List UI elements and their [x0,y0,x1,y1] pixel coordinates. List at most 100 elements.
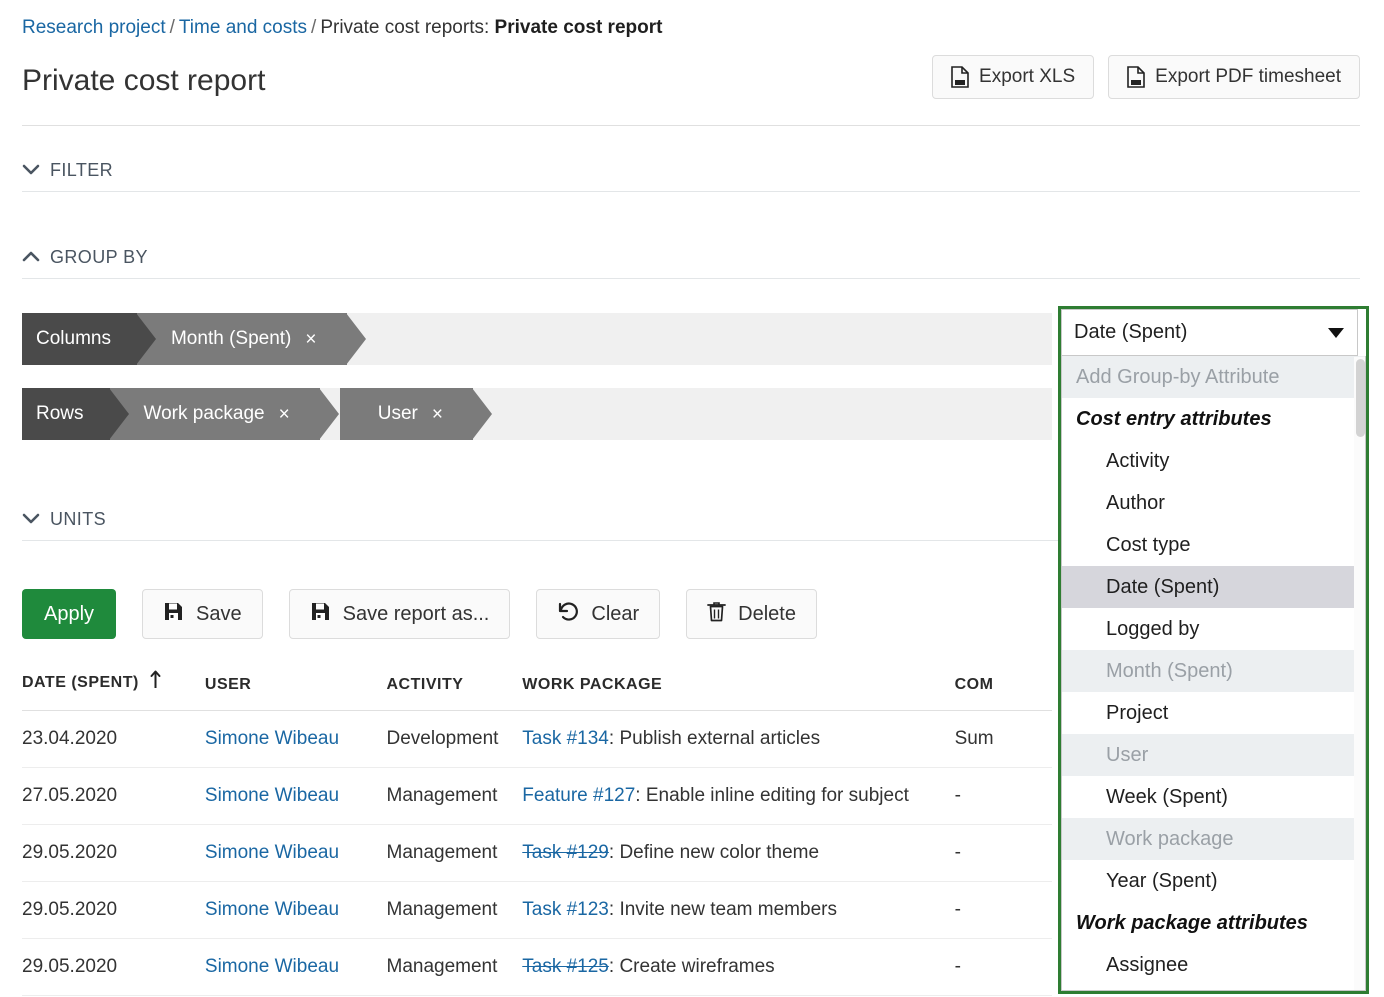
delete-button[interactable]: Delete [686,589,817,639]
chip-label: Work package [143,403,265,424]
cell-date: 29.05.2020 [22,938,205,996]
save-label: Save [196,602,242,625]
work-package-link[interactable]: Task #134 [522,728,609,749]
apply-button[interactable]: Apply [22,589,117,639]
export-xls-button[interactable]: Export XLS [932,55,1095,99]
work-package-link[interactable]: Task #125 [522,956,609,977]
cell-user: Simone Wibeau [204,767,387,825]
table-header-row: DATE (SPENT) USER ACTIVITY WORK PACKAGE … [22,670,1052,711]
cell-work-package: Task #125: Create wireframes [522,938,955,996]
dropdown-option[interactable]: Date (Spent) [1062,566,1365,608]
filter-section-divider [22,191,1360,192]
cell-activity: Management [386,881,523,939]
export-buttons: Export XLS Export PDF timesheet [932,55,1360,99]
cell-work-package: Task #134: Publish external articles [522,710,955,768]
cell-work-package: Task #129: Define new color theme [522,824,955,882]
user-link[interactable]: Simone Wibeau [205,728,339,749]
dropdown-option[interactable]: Author [1062,482,1365,524]
chip-label: Month (Spent) [170,328,292,349]
cell-comment: Sum [954,710,1052,768]
user-link[interactable]: Simone Wibeau [205,956,339,977]
column-header-date-spent[interactable]: DATE (SPENT) [22,670,205,711]
save-button[interactable]: Save [142,589,263,639]
work-package-subject: : Enable inline editing for subject [635,785,909,806]
filter-section-toggle[interactable]: FILTER [22,160,1360,191]
group-by-rows-row: Rows Work package × User × [22,388,1052,440]
work-package-link[interactable]: Task #123 [522,899,609,920]
column-header-user[interactable]: USER [204,670,387,711]
breadcrumb-project[interactable]: Research project [22,17,166,38]
dropdown-scrollbar-thumb[interactable] [1356,359,1365,437]
column-header-date-label: DATE (SPENT) [22,674,139,691]
cell-comment: - [954,824,1052,882]
export-xls-label: Export XLS [979,66,1076,87]
cell-date: 29.05.2020 [22,824,205,882]
user-link[interactable]: Simone Wibeau [205,842,339,863]
breadcrumb-label: Private cost reports: [320,17,490,38]
group-by-columns-row: Columns Month (Spent) × [22,313,1052,365]
cell-comment: - [954,881,1052,939]
filter-section: FILTER [22,160,1360,192]
group-by-chip-month-spent[interactable]: Month (Spent) × [136,313,365,365]
breadcrumb-separator-1: / [169,17,175,38]
cell-activity: Development [386,710,523,768]
save-report-as-button[interactable]: Save report as... [288,589,511,639]
option-group-label: Cost entry attributes [1076,407,1272,430]
dropdown-option[interactable]: Logged by [1062,608,1365,650]
units-section-label: UNITS [50,509,106,529]
table-body: 23.04.2020 Simone Wibeau Development Tas… [22,710,1052,996]
cell-user: Simone Wibeau [204,881,387,939]
dropdown-option[interactable]: Year (Spent) [1062,860,1365,902]
cell-work-package: Task #123: Invite new team members [522,881,955,939]
work-package-subject: : Define new color theme [608,842,820,863]
dropdown-option[interactable]: Assignee [1062,944,1365,986]
undo-arrow-icon [557,601,579,627]
chip-remove-icon[interactable]: × [279,405,290,424]
group-by-attribute-select[interactable]: Date (Spent) [1061,309,1358,356]
trash-icon [707,601,727,628]
cell-comment: - [954,767,1052,825]
chevron-down-icon[interactable] [1328,327,1344,338]
columns-label: Columns [22,313,156,365]
clear-button[interactable]: Clear [536,589,661,639]
chip-remove-icon[interactable]: × [432,405,443,424]
select-value: Date (Spent) [1074,321,1188,343]
dropdown-option[interactable]: Week (Spent) [1062,776,1365,818]
export-pdf-timesheet-button[interactable]: Export PDF timesheet [1108,55,1360,99]
user-link[interactable]: Simone Wibeau [205,899,339,920]
chevron-up-icon [22,247,40,268]
work-package-link[interactable]: Task #129 [522,842,609,863]
dropdown-scrollbar-track[interactable] [1354,357,1365,990]
breadcrumb-time-and-costs[interactable]: Time and costs [179,17,307,38]
work-package-link[interactable]: Feature #127 [522,785,635,806]
save-report-as-label: Save report as... [342,602,490,625]
dropdown-option[interactable]: Cost type [1062,524,1365,566]
table-row: 29.05.2020 Simone Wibeau Management Task… [22,881,1052,939]
table-row: 29.05.2020 Simone Wibeau Management Task… [22,938,1052,996]
dropdown-option[interactable]: Project [1062,692,1365,734]
sort-ascending-icon[interactable] [150,670,161,694]
column-header-comment[interactable]: COM [954,670,1052,711]
user-link[interactable]: Simone Wibeau [205,785,339,806]
cell-date: 27.05.2020 [22,767,205,825]
breadcrumb-current: Private cost report [494,17,663,38]
group-by-chip-user[interactable]: User × [339,388,493,440]
xls-document-icon [951,66,969,88]
group-by-attribute-option-list[interactable]: Add Group-by Attribute Cost entry attribu… [1061,356,1366,991]
cell-date: 29.05.2020 [22,881,205,939]
chip-remove-icon[interactable]: × [305,330,316,349]
table-row: 23.04.2020 Simone Wibeau Development Tas… [22,710,1052,768]
cell-comment: - [954,938,1052,996]
cell-user: Simone Wibeau [204,938,387,996]
group-by-chip-work-package[interactable]: Work package × [109,388,339,440]
cost-entries-table: DATE (SPENT) USER ACTIVITY WORK PACKAGE … [22,670,1052,996]
column-header-work-package[interactable]: WORK PACKAGE [522,670,955,711]
group-by-section-toggle[interactable]: GROUP BY [22,247,1360,278]
cell-activity: Management [386,824,523,882]
work-package-subject: : Create wireframes [608,956,775,977]
cell-activity: Management [386,938,523,996]
table-row: 27.05.2020 Simone Wibeau Management Feat… [22,767,1052,825]
column-header-activity[interactable]: ACTIVITY [386,670,523,711]
filter-section-label: FILTER [50,160,114,180]
dropdown-option[interactable]: Activity [1062,440,1365,482]
